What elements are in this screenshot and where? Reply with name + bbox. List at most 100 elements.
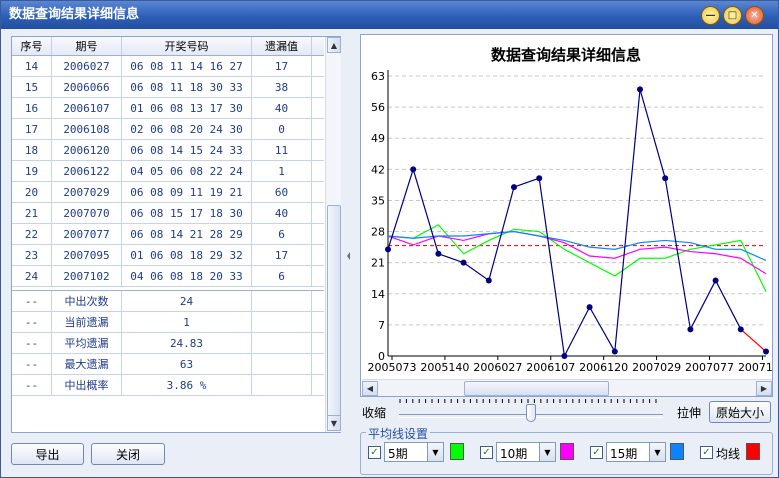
data-table-panel: 序号 期号 开奖号码 遗漏值 14 2006027 06 08 11 14 16 2… [11,36,341,433]
column-header-period[interactable]: 期号 [52,37,122,55]
miss-series-segment [463,262,490,281]
ma15-color-swatch[interactable] [670,443,684,460]
column-header-miss[interactable]: 遗漏值 [252,37,312,55]
data-point [561,353,568,359]
table-row[interactable]: 24 2007102 04 06 08 18 20 33 6 [12,266,324,287]
row-period: 2006066 [52,77,122,97]
summary-empty [252,375,312,395]
table-row[interactable]: 22 2007077 06 08 14 21 28 29 6 [12,224,324,245]
original-size-button[interactable]: 原始大小 [709,401,771,423]
table-row[interactable]: 15 2006066 06 08 11 18 30 33 38 [12,77,324,98]
row-filler [312,119,324,139]
summary-empty [252,312,312,332]
miss-series-segment [715,280,742,330]
table-row[interactable]: 19 2006122 04 05 06 08 22 24 1 [12,161,324,182]
panel-splitter[interactable] [345,36,353,469]
miss-series-segment [412,169,439,254]
main-window: 数据查询结果详细信息 — □ ✕ 序号 期号 开奖号码 遗漏值 14 200602… [0,0,779,478]
export-button[interactable]: 导出 [11,443,84,465]
miss-series-segment [513,177,540,188]
column-header-numbers[interactable]: 开奖号码 [122,37,252,55]
data-point [511,184,517,191]
summary-row: -- 平均遗漏 24.83 [12,333,324,354]
summary-label: 最大遗漏 [52,354,122,374]
average-line-color-swatch[interactable] [746,443,760,460]
data-point [410,166,417,173]
close-window-button[interactable]: ✕ [745,6,764,25]
data-point [435,250,442,257]
miss-series-segment [740,328,767,353]
title-bar[interactable]: 数据查询结果详细信息 [1,1,778,29]
minimize-button[interactable]: — [701,6,720,25]
ma5-checkbox[interactable]: ✓ [368,446,381,459]
table-row[interactable]: 17 2006108 02 06 08 20 24 30 0 [12,119,324,140]
column-header-index[interactable]: 序号 [12,37,52,55]
chevron-down-icon[interactable]: ▼ [649,443,665,461]
scroll-up-arrow-icon[interactable]: ▲ [327,37,341,53]
scroll-left-arrow-icon[interactable]: ◀ [362,381,378,396]
table-row[interactable]: 14 2006027 06 08 11 14 16 27 17 [12,56,324,77]
miss-series-segment [589,306,616,352]
table-row[interactable]: 18 2006120 06 08 14 15 24 33 11 [12,140,324,161]
ma10-checkbox[interactable]: ✓ [480,446,493,459]
chart-horizontal-scrollbar[interactable]: ◀ ▶ [362,379,772,396]
average-line-checkbox[interactable]: ✓ [700,446,713,459]
row-numbers: 06 08 11 14 16 27 [122,56,252,76]
row-miss-value: 17 [252,245,312,265]
ma10-color-swatch[interactable] [560,443,574,460]
close-button[interactable]: 关闭 [91,443,165,465]
row-index: 19 [12,161,52,181]
data-point [712,277,719,284]
splitter-arrow-icon [347,252,350,260]
average-line-label: 均线 [716,447,741,461]
row-period: 2007029 [52,182,122,202]
ma15-checkbox[interactable]: ✓ [590,446,603,459]
row-index: 14 [12,56,52,76]
chevron-down-icon[interactable]: ▼ [539,443,555,461]
data-point [737,326,744,333]
data-table: 序号 期号 开奖号码 遗漏值 14 2006027 06 08 11 14 16 2… [12,37,324,396]
chart-panel: 数据查询结果详细信息 0 7 14 21 28 35 42 49 56 63 2005073 2005… [360,34,773,397]
table-row[interactable]: 21 2007070 06 08 15 17 18 30 40 [12,203,324,224]
row-index: 18 [12,140,52,160]
chevron-down-icon[interactable]: ▼ [427,443,443,461]
row-miss-value: 17 [252,56,312,76]
scroll-down-arrow-icon[interactable]: ▼ [327,415,341,431]
maximize-button[interactable]: □ [723,6,742,25]
ma5-period-select[interactable]: 5期 ▼ [384,442,444,462]
zoom-slider-thumb[interactable] [526,404,536,422]
data-point [485,277,492,284]
row-period: 2006108 [52,119,122,139]
maximize-icon: □ [727,10,738,21]
row-miss-value: 0 [252,119,312,139]
x-tick-label: 2005140 [420,361,469,374]
ma5-color-swatch[interactable] [450,443,464,460]
row-numbers: 06 08 15 17 18 30 [122,203,252,223]
row-numbers: 06 08 14 21 28 29 [122,224,252,244]
row-numbers: 06 08 14 15 24 33 [122,140,252,160]
ma10-period-select[interactable]: 10期 ▼ [496,442,556,462]
row-index: 17 [12,119,52,139]
table-row[interactable]: 20 2007029 06 08 09 11 19 21 60 [12,182,324,203]
summary-index: -- [12,312,52,332]
chart-scroll-thumb[interactable] [464,381,609,396]
row-miss-value: 1 [252,161,312,181]
row-index: 23 [12,245,52,265]
row-index: 21 [12,203,52,223]
window-title: 数据查询结果详细信息 [9,7,140,22]
row-miss-value: 40 [252,203,312,223]
scroll-right-arrow-icon[interactable]: ▶ [756,381,772,396]
table-scroll-thumb[interactable] [327,205,341,420]
summary-label: 平均遗漏 [52,333,122,353]
table-row[interactable]: 16 2006107 01 06 08 13 17 30 40 [12,98,324,119]
ma5-period-value: 5期 [388,447,408,461]
row-period: 2007095 [52,245,122,265]
table-row[interactable]: 23 2007095 01 06 08 18 29 32 17 [12,245,324,266]
miss-series-segment [614,89,641,352]
row-miss-value: 6 [252,224,312,244]
stretch-label: 拉伸 [677,406,702,420]
summary-label: 中出次数 [52,291,122,311]
data-point [611,348,618,355]
table-vertical-scrollbar[interactable]: ▲ ▼ [325,37,341,432]
ma15-period-select[interactable]: 15期 ▼ [606,442,666,462]
